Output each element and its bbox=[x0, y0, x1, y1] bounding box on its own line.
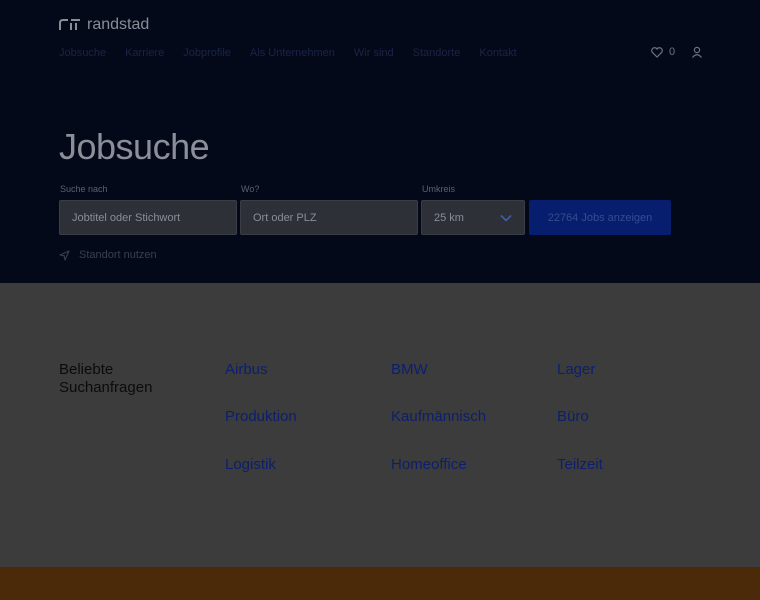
chevron-down-icon bbox=[500, 214, 512, 222]
popular-link-logistik[interactable]: Logistik bbox=[225, 456, 276, 473]
randstad-logo-icon bbox=[59, 19, 80, 30]
location-field bbox=[240, 200, 418, 235]
user-icon[interactable] bbox=[691, 46, 703, 58]
nav-item-wir-sind[interactable]: Wir sind bbox=[354, 47, 394, 59]
radius-value: 25 km bbox=[434, 211, 464, 224]
what-label: Suche nach bbox=[60, 184, 108, 194]
keyword-input[interactable] bbox=[72, 211, 224, 224]
location-arrow-icon bbox=[59, 249, 70, 261]
page-title: Jobsuche bbox=[59, 126, 210, 167]
use-location-button[interactable]: Standort nutzen bbox=[59, 249, 157, 261]
heart-icon bbox=[651, 46, 663, 58]
popular-searches-heading: Beliebte Suchanfragen bbox=[59, 361, 153, 396]
favorites-count: 0 bbox=[669, 46, 676, 58]
favorites-button[interactable]: 0 bbox=[651, 46, 675, 58]
popular-link-buero[interactable]: Büro bbox=[557, 408, 589, 425]
popular-link-homeoffice[interactable]: Homeoffice bbox=[391, 456, 467, 473]
radius-select[interactable]: 25 km bbox=[421, 200, 525, 235]
location-input[interactable] bbox=[253, 211, 405, 224]
search-jobs-button[interactable]: 22764 Jobs anzeigen bbox=[529, 200, 671, 235]
nav-item-kontakt[interactable]: Kontakt bbox=[479, 47, 516, 59]
popular-link-airbus[interactable]: Airbus bbox=[225, 361, 268, 378]
nav-item-jobprofile[interactable]: Jobprofile bbox=[183, 47, 231, 59]
popular-link-lager[interactable]: Lager bbox=[557, 361, 595, 378]
nav-item-karriere[interactable]: Karriere bbox=[125, 47, 164, 59]
main-navigation: Jobsuche Karriere Jobprofile Als Unterne… bbox=[59, 47, 536, 59]
where-label: Wo? bbox=[241, 184, 260, 194]
popular-link-kaufmaennisch[interactable]: Kaufmännisch bbox=[391, 408, 486, 425]
footer-banner bbox=[0, 567, 760, 600]
keyword-field bbox=[59, 200, 237, 235]
nav-item-als-unternehmen[interactable]: Als Unternehmen bbox=[250, 47, 335, 59]
radius-label: Umkreis bbox=[422, 184, 455, 194]
popular-link-produktion[interactable]: Produktion bbox=[225, 408, 297, 425]
nav-actions: 0 bbox=[651, 46, 703, 58]
brand-name: randstad bbox=[87, 16, 150, 33]
nav-item-jobsuche[interactable]: Jobsuche bbox=[59, 47, 106, 59]
randstad-logo[interactable]: randstad bbox=[59, 16, 149, 34]
use-location-label: Standort nutzen bbox=[79, 249, 157, 261]
search-hero: randstad Jobsuche Karriere Jobprofile Al… bbox=[0, 0, 760, 283]
nav-item-standorte[interactable]: Standorte bbox=[413, 47, 461, 59]
popular-link-teilzeit[interactable]: Teilzeit bbox=[557, 456, 603, 473]
popular-link-bmw[interactable]: BMW bbox=[391, 361, 428, 378]
